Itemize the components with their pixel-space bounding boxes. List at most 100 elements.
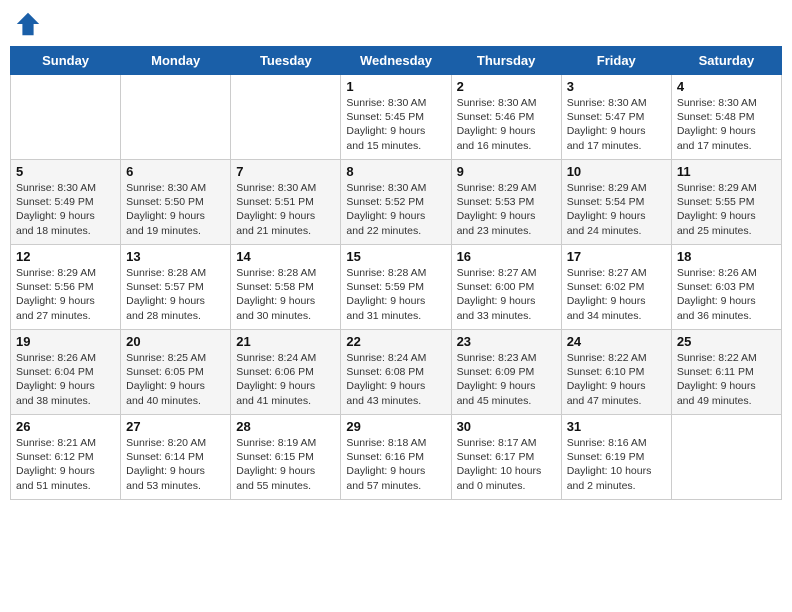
day-header-tuesday: Tuesday	[231, 47, 341, 75]
date-number: 1	[346, 79, 445, 94]
date-number: 27	[126, 419, 225, 434]
date-number: 3	[567, 79, 666, 94]
calendar-cell: 26 Sunrise: 8:21 AM Sunset: 6:12 PM Dayli…	[11, 415, 121, 500]
date-number: 22	[346, 334, 445, 349]
cell-content: Sunrise: 8:30 AM Sunset: 5:48 PM Dayligh…	[677, 96, 776, 153]
date-number: 10	[567, 164, 666, 179]
calendar-cell: 28 Sunrise: 8:19 AM Sunset: 6:15 PM Dayli…	[231, 415, 341, 500]
cell-content: Sunrise: 8:17 AM Sunset: 6:17 PM Dayligh…	[457, 436, 556, 493]
date-number: 17	[567, 249, 666, 264]
week-row-5: 26 Sunrise: 8:21 AM Sunset: 6:12 PM Dayli…	[11, 415, 782, 500]
calendar-cell: 9 Sunrise: 8:29 AM Sunset: 5:53 PM Daylig…	[451, 160, 561, 245]
calendar-cell: 8Sunrise: 8:30 AM Sunset: 5:52 PM Daylig…	[341, 160, 451, 245]
day-header-wednesday: Wednesday	[341, 47, 451, 75]
date-number: 5	[16, 164, 115, 179]
calendar-cell: 16 Sunrise: 8:27 AM Sunset: 6:00 PM Dayli…	[451, 245, 561, 330]
cell-content: Sunrise: 8:16 AM Sunset: 6:19 PM Dayligh…	[567, 436, 666, 493]
cell-content: Sunrise: 8:21 AM Sunset: 6:12 PM Dayligh…	[16, 436, 115, 493]
date-number: 26	[16, 419, 115, 434]
cell-content: Sunrise: 8:23 AM Sunset: 6:09 PM Dayligh…	[457, 351, 556, 408]
calendar-cell: 31 Sunrise: 8:16 AM Sunset: 6:19 PM Dayli…	[561, 415, 671, 500]
date-number: 30	[457, 419, 556, 434]
cell-content: Sunrise: 8:29 AM Sunset: 5:55 PM Dayligh…	[677, 181, 776, 238]
calendar-cell: 11 Sunrise: 8:29 AM Sunset: 5:55 PM Dayli…	[671, 160, 781, 245]
date-number: 25	[677, 334, 776, 349]
calendar-cell: 22Sunrise: 8:24 AM Sunset: 6:08 PM Dayli…	[341, 330, 451, 415]
calendar-cell: 24Sunrise: 8:22 AM Sunset: 6:10 PM Dayli…	[561, 330, 671, 415]
calendar-cell	[671, 415, 781, 500]
date-number: 29	[346, 419, 445, 434]
calendar-cell: 15 Sunrise: 8:28 AM Sunset: 5:59 PM Dayli…	[341, 245, 451, 330]
calendar-cell: 13 Sunrise: 8:28 AM Sunset: 5:57 PM Dayli…	[121, 245, 231, 330]
calendar-cell: 5 Sunrise: 8:30 AM Sunset: 5:49 PM Daylig…	[11, 160, 121, 245]
calendar-cell: 10 Sunrise: 8:29 AM Sunset: 5:54 PM Dayli…	[561, 160, 671, 245]
date-number: 11	[677, 164, 776, 179]
cell-content: Sunrise: 8:19 AM Sunset: 6:15 PM Dayligh…	[236, 436, 335, 493]
calendar-cell	[11, 75, 121, 160]
cell-content: Sunrise: 8:29 AM Sunset: 5:53 PM Dayligh…	[457, 181, 556, 238]
day-header-monday: Monday	[121, 47, 231, 75]
cell-content: Sunrise: 8:30 AM Sunset: 5:51 PM Dayligh…	[236, 181, 335, 238]
logo-icon	[14, 10, 42, 38]
date-number: 6	[126, 164, 225, 179]
cell-content: Sunrise: 8:30 AM Sunset: 5:52 PM Dayligh…	[346, 181, 445, 238]
calendar-cell	[231, 75, 341, 160]
cell-content: Sunrise: 8:18 AM Sunset: 6:16 PM Dayligh…	[346, 436, 445, 493]
calendar-cell: 1 Sunrise: 8:30 AM Sunset: 5:45 PM Daylig…	[341, 75, 451, 160]
date-number: 16	[457, 249, 556, 264]
cell-content: Sunrise: 8:22 AM Sunset: 6:10 PM Dayligh…	[567, 351, 666, 408]
calendar-cell: 3 Sunrise: 8:30 AM Sunset: 5:47 PM Daylig…	[561, 75, 671, 160]
logo	[14, 10, 46, 38]
calendar-cell: 4Sunrise: 8:30 AM Sunset: 5:48 PM Daylig…	[671, 75, 781, 160]
date-number: 20	[126, 334, 225, 349]
calendar-cell: 12 Sunrise: 8:29 AM Sunset: 5:56 PM Dayli…	[11, 245, 121, 330]
date-number: 28	[236, 419, 335, 434]
cell-content: Sunrise: 8:30 AM Sunset: 5:49 PM Dayligh…	[16, 181, 115, 238]
cell-content: Sunrise: 8:28 AM Sunset: 5:58 PM Dayligh…	[236, 266, 335, 323]
cell-content: Sunrise: 8:25 AM Sunset: 6:05 PM Dayligh…	[126, 351, 225, 408]
cell-content: Sunrise: 8:30 AM Sunset: 5:45 PM Dayligh…	[346, 96, 445, 153]
cell-content: Sunrise: 8:29 AM Sunset: 5:54 PM Dayligh…	[567, 181, 666, 238]
cell-content: Sunrise: 8:27 AM Sunset: 6:02 PM Dayligh…	[567, 266, 666, 323]
calendar-cell: 6 Sunrise: 8:30 AM Sunset: 5:50 PM Daylig…	[121, 160, 231, 245]
day-header-friday: Friday	[561, 47, 671, 75]
date-number: 13	[126, 249, 225, 264]
cell-content: Sunrise: 8:22 AM Sunset: 6:11 PM Dayligh…	[677, 351, 776, 408]
calendar-cell: 23 Sunrise: 8:23 AM Sunset: 6:09 PM Dayli…	[451, 330, 561, 415]
date-number: 12	[16, 249, 115, 264]
calendar-cell: 2Sunrise: 8:30 AM Sunset: 5:46 PM Daylig…	[451, 75, 561, 160]
day-header-thursday: Thursday	[451, 47, 561, 75]
date-number: 18	[677, 249, 776, 264]
cell-content: Sunrise: 8:27 AM Sunset: 6:00 PM Dayligh…	[457, 266, 556, 323]
week-row-1: 1 Sunrise: 8:30 AM Sunset: 5:45 PM Daylig…	[11, 75, 782, 160]
calendar-cell: 18Sunrise: 8:26 AM Sunset: 6:03 PM Dayli…	[671, 245, 781, 330]
day-header-saturday: Saturday	[671, 47, 781, 75]
cell-content: Sunrise: 8:26 AM Sunset: 6:04 PM Dayligh…	[16, 351, 115, 408]
calendar-cell: 14Sunrise: 8:28 AM Sunset: 5:58 PM Dayli…	[231, 245, 341, 330]
cell-content: Sunrise: 8:24 AM Sunset: 6:06 PM Dayligh…	[236, 351, 335, 408]
cell-content: Sunrise: 8:28 AM Sunset: 5:57 PM Dayligh…	[126, 266, 225, 323]
week-row-3: 12 Sunrise: 8:29 AM Sunset: 5:56 PM Dayli…	[11, 245, 782, 330]
day-header-row: SundayMondayTuesdayWednesdayThursdayFrid…	[11, 47, 782, 75]
calendar-cell: 17 Sunrise: 8:27 AM Sunset: 6:02 PM Dayli…	[561, 245, 671, 330]
header	[10, 10, 782, 38]
calendar-cell: 27 Sunrise: 8:20 AM Sunset: 6:14 PM Dayli…	[121, 415, 231, 500]
date-number: 23	[457, 334, 556, 349]
cell-content: Sunrise: 8:20 AM Sunset: 6:14 PM Dayligh…	[126, 436, 225, 493]
calendar-table: SundayMondayTuesdayWednesdayThursdayFrid…	[10, 46, 782, 500]
cell-content: Sunrise: 8:28 AM Sunset: 5:59 PM Dayligh…	[346, 266, 445, 323]
cell-content: Sunrise: 8:30 AM Sunset: 5:47 PM Dayligh…	[567, 96, 666, 153]
calendar-cell: 19Sunrise: 8:26 AM Sunset: 6:04 PM Dayli…	[11, 330, 121, 415]
calendar-cell: 7 Sunrise: 8:30 AM Sunset: 5:51 PM Daylig…	[231, 160, 341, 245]
cell-content: Sunrise: 8:30 AM Sunset: 5:46 PM Dayligh…	[457, 96, 556, 153]
date-number: 15	[346, 249, 445, 264]
cell-content: Sunrise: 8:30 AM Sunset: 5:50 PM Dayligh…	[126, 181, 225, 238]
week-row-2: 5 Sunrise: 8:30 AM Sunset: 5:49 PM Daylig…	[11, 160, 782, 245]
cell-content: Sunrise: 8:29 AM Sunset: 5:56 PM Dayligh…	[16, 266, 115, 323]
date-number: 9	[457, 164, 556, 179]
calendar-cell: 30 Sunrise: 8:17 AM Sunset: 6:17 PM Dayli…	[451, 415, 561, 500]
calendar-cell	[121, 75, 231, 160]
date-number: 7	[236, 164, 335, 179]
date-number: 21	[236, 334, 335, 349]
date-number: 31	[567, 419, 666, 434]
